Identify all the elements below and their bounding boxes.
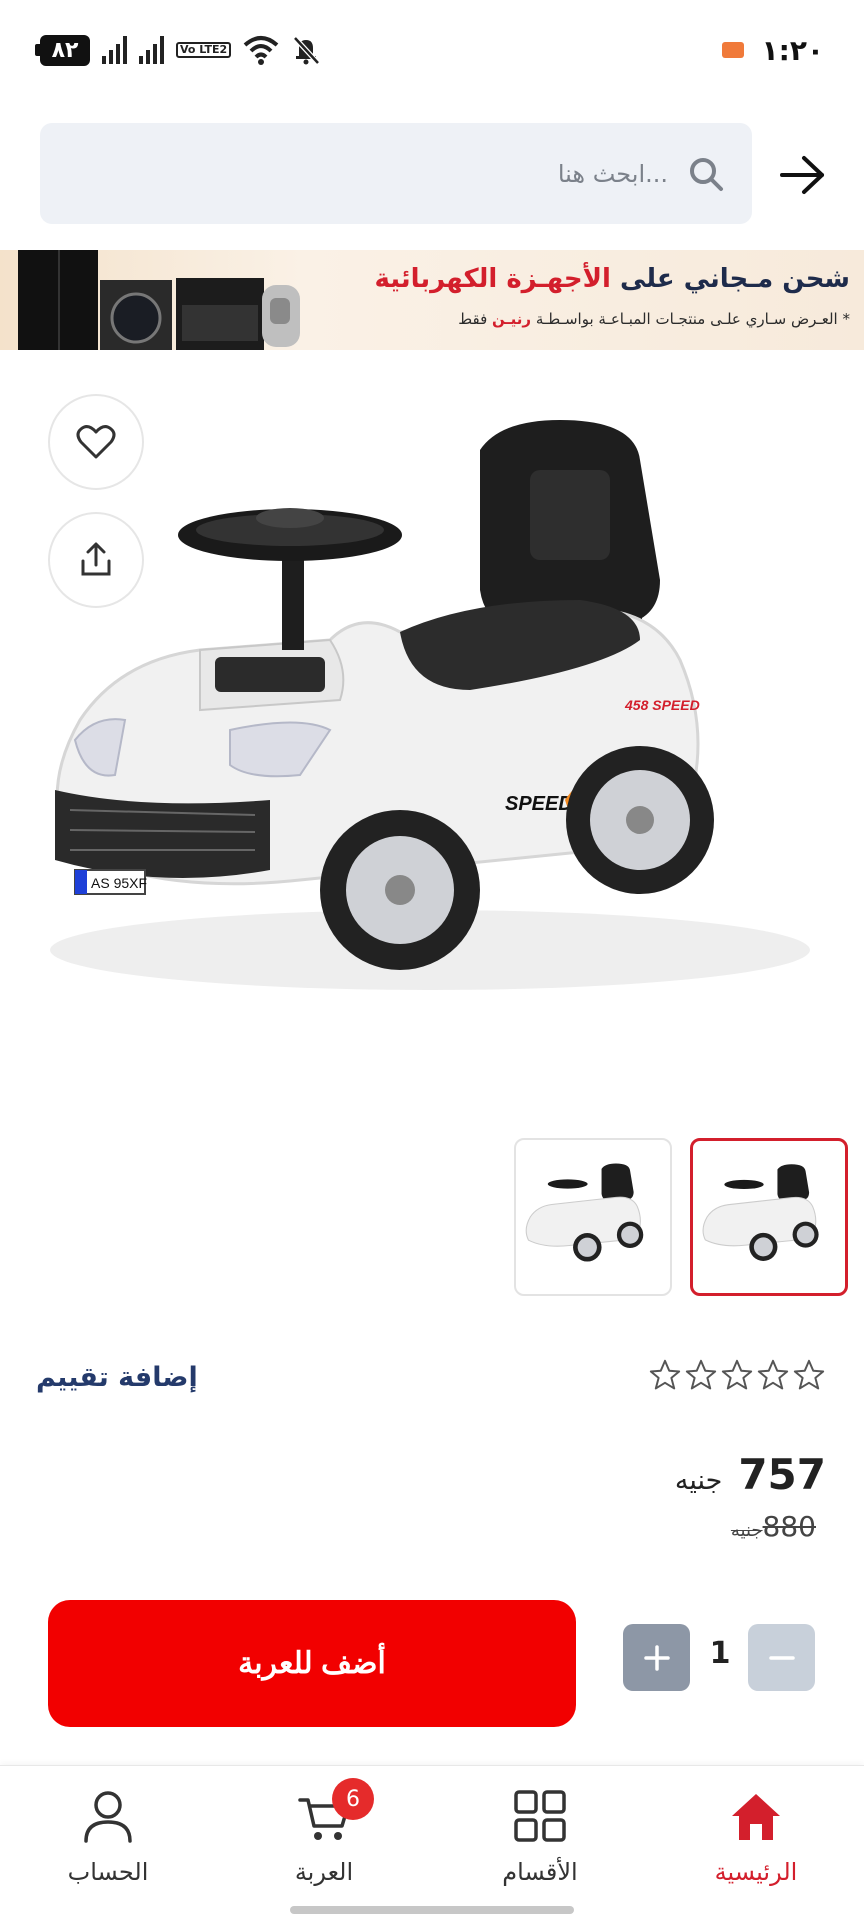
volte-icon: Vo LTE2 xyxy=(176,42,232,58)
signal-icon xyxy=(102,36,127,64)
user-icon xyxy=(84,1791,132,1843)
status-time-area: ١:٢٠ xyxy=(721,33,824,67)
nav-item-cart[interactable]: 6 العربة xyxy=(234,1778,414,1896)
back-arrow-icon[interactable] xyxy=(776,150,830,200)
nav-label-categories: الأقسام xyxy=(502,1858,578,1886)
banner-subtitle-highlight: رنيـن xyxy=(492,310,532,328)
old-price: جنيه 880 xyxy=(731,1510,816,1543)
thumbnail-image xyxy=(702,1164,819,1261)
banner-subtitle-suffix: فقط xyxy=(458,310,493,328)
rating-stars[interactable] xyxy=(648,1358,826,1392)
star-icon xyxy=(685,1359,717,1390)
old-price-value: 880 xyxy=(762,1510,816,1543)
quantity-value: 1 xyxy=(709,1636,731,1671)
thumbnail-image xyxy=(525,1163,644,1262)
cart-count-badge: 6 xyxy=(332,1778,374,1820)
search-placeholder: ابحث هنا... xyxy=(557,159,668,188)
banner-title-prefix: شحن مـجاني على xyxy=(610,264,850,294)
banner-title: شحن مـجاني على الأجهـزة الكهربائية xyxy=(374,264,850,294)
old-price-currency: جنيه xyxy=(730,1520,763,1541)
add-to-cart-button[interactable]: أضف للعربة xyxy=(48,1600,576,1727)
svg-text:AS 95XF: AS 95XF xyxy=(91,875,147,891)
product-thumbnail-2[interactable] xyxy=(514,1138,672,1296)
search-input[interactable]: ابحث هنا... xyxy=(40,123,752,224)
nav-label-account: الحساب xyxy=(67,1858,149,1886)
nav-item-categories[interactable]: الأقسام xyxy=(450,1786,630,1896)
star-icon xyxy=(757,1359,789,1390)
banner-subtitle: * العـرض سـاري علـى منتجـات المبـاعـة بو… xyxy=(458,310,850,328)
nav-label-home: الرئيسية xyxy=(714,1858,798,1886)
wishlist-button[interactable] xyxy=(48,394,144,490)
price-currency: جنيه xyxy=(674,1465,723,1496)
quantity-increase-button[interactable] xyxy=(623,1624,690,1691)
nav-label-cart: العربة xyxy=(294,1858,354,1886)
banner-subtitle-prefix: * العـرض سـاري علـى منتجـات المبـاعـة بو… xyxy=(531,310,850,328)
add-review-link[interactable]: إضافة تقييم xyxy=(36,1362,198,1393)
product-thumbnail-1[interactable] xyxy=(690,1138,848,1296)
price-value: 757 xyxy=(738,1450,826,1499)
clock: ١:٢٠ xyxy=(761,33,824,67)
search-header: ابحث هنا... xyxy=(0,120,864,225)
star-icon xyxy=(721,1359,753,1390)
quantity-decrease-button[interactable] xyxy=(748,1624,815,1691)
product-gallery: AS 95XF SPEED 458 SPEED xyxy=(0,370,864,1070)
share-button[interactable] xyxy=(48,512,144,608)
nav-item-home[interactable]: الرئيسية xyxy=(666,1786,846,1896)
svg-text:SPEED: SPEED xyxy=(505,793,573,815)
status-icons: ٨٢ Vo LTE2 xyxy=(35,34,321,66)
bell-off-icon xyxy=(293,36,321,65)
battery-indicator: ٨٢ xyxy=(35,34,90,66)
plus-icon xyxy=(643,1644,670,1671)
svg-text:458 SPEED: 458 SPEED xyxy=(624,697,700,713)
notification-app-icon xyxy=(721,42,744,58)
appliances-image xyxy=(18,250,300,350)
wifi-icon xyxy=(243,36,279,65)
heart-icon xyxy=(76,425,116,459)
minus-icon xyxy=(768,1655,795,1660)
grid-icon xyxy=(514,1790,566,1842)
banner-title-highlight: الأجهـزة الكهربائية xyxy=(374,264,611,294)
bottom-navigation: الرئيسية الأقسام 6 العربة الحساب xyxy=(0,1765,864,1920)
star-icon xyxy=(793,1359,825,1390)
home-indicator[interactable] xyxy=(290,1906,574,1914)
home-icon xyxy=(732,1794,780,1840)
status-bar: ٨٢ Vo LTE2 ١:٢٠ xyxy=(0,0,864,100)
signal-icon-2 xyxy=(139,36,164,64)
promo-banner[interactable]: شحن مـجاني على الأجهـزة الكهربائية * الع… xyxy=(0,250,864,350)
search-icon xyxy=(690,157,723,191)
price: جنيه 757 xyxy=(675,1450,826,1499)
star-icon xyxy=(649,1359,681,1390)
nav-item-account[interactable]: الحساب xyxy=(18,1786,198,1896)
share-icon xyxy=(81,542,111,576)
